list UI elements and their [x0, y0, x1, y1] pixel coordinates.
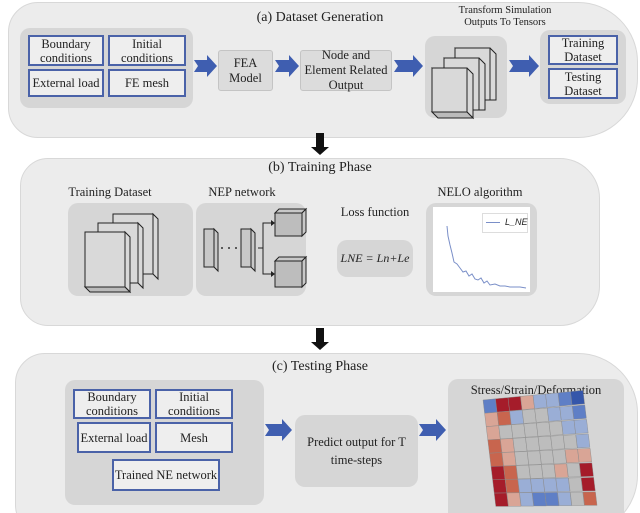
arrow-icon — [194, 55, 217, 77]
mesh-cell — [536, 421, 551, 437]
mesh-cell — [568, 477, 583, 492]
arrow-icon — [419, 419, 446, 441]
mesh-cell — [511, 423, 526, 439]
arrow-icon — [394, 55, 423, 77]
mesh-cell — [532, 393, 548, 409]
mesh-cell — [555, 477, 571, 492]
mesh-cell — [534, 407, 550, 423]
arrow-icon — [509, 55, 539, 77]
mesh-cell — [530, 478, 545, 493]
arrow-icon — [265, 419, 292, 441]
mesh-cell — [489, 452, 504, 467]
mesh-cell — [482, 398, 498, 414]
mesh-cell — [495, 397, 510, 413]
mesh-cell — [501, 451, 517, 467]
mesh-cell — [542, 478, 558, 493]
mesh-cell — [521, 408, 537, 424]
mesh-cell — [550, 435, 565, 450]
mesh-cell — [512, 437, 528, 452]
mesh-cell — [561, 420, 576, 435]
mesh-cell — [516, 464, 531, 480]
mesh-cell — [548, 420, 564, 436]
mesh-cell — [526, 450, 542, 465]
mesh-cell — [528, 464, 544, 479]
mesh-cell — [577, 448, 592, 463]
mesh-cell — [541, 464, 556, 479]
mesh-cell — [498, 424, 514, 440]
mesh-cell — [514, 451, 529, 466]
mesh-cell — [566, 463, 582, 478]
down-arrow-icon — [311, 328, 329, 350]
mesh-cell — [487, 438, 503, 454]
arrow-icon — [275, 55, 299, 77]
mesh-cell — [570, 491, 585, 506]
mesh-cell — [582, 491, 598, 506]
mesh-cell — [525, 436, 540, 452]
down-arrow-icon — [311, 133, 329, 155]
mesh-cell — [500, 438, 515, 453]
mesh-cell — [564, 448, 580, 464]
mesh-cell — [557, 391, 573, 407]
mesh-cell — [573, 419, 589, 434]
mesh-cell — [519, 492, 534, 507]
mesh-cell — [570, 390, 585, 406]
mesh-cell — [572, 404, 587, 420]
mesh-cell — [509, 409, 524, 425]
arrows — [194, 55, 598, 507]
diagram: (a) Dataset Generation Boundary conditio… — [0, 0, 640, 513]
mesh-cell — [493, 492, 509, 507]
mesh-cell — [545, 392, 560, 408]
mesh-cell — [485, 425, 501, 441]
mesh-cell — [507, 396, 523, 412]
mesh-cell — [539, 449, 555, 465]
mesh-cell — [547, 406, 562, 422]
mesh-cell — [506, 492, 522, 507]
mesh-cell — [575, 433, 591, 449]
mesh-cell — [544, 492, 560, 506]
mesh-cell — [503, 465, 518, 480]
mesh-cell — [523, 422, 539, 438]
mesh-cell — [553, 463, 569, 478]
mesh-cell — [579, 462, 594, 477]
mesh-cell — [580, 477, 596, 492]
mesh-cell — [537, 435, 553, 451]
mesh-cell — [552, 449, 567, 464]
mesh-cell — [563, 434, 578, 449]
mesh-cell — [517, 478, 533, 493]
mesh-cell — [531, 492, 547, 507]
mesh-cell — [492, 479, 507, 494]
mesh-cell — [484, 412, 499, 427]
mesh-cell — [520, 394, 535, 410]
mesh-cell — [490, 465, 506, 481]
mesh-cell — [505, 478, 520, 494]
mesh-cell — [496, 410, 512, 426]
mesh-cell — [559, 405, 575, 421]
mesh-cell — [557, 491, 572, 506]
